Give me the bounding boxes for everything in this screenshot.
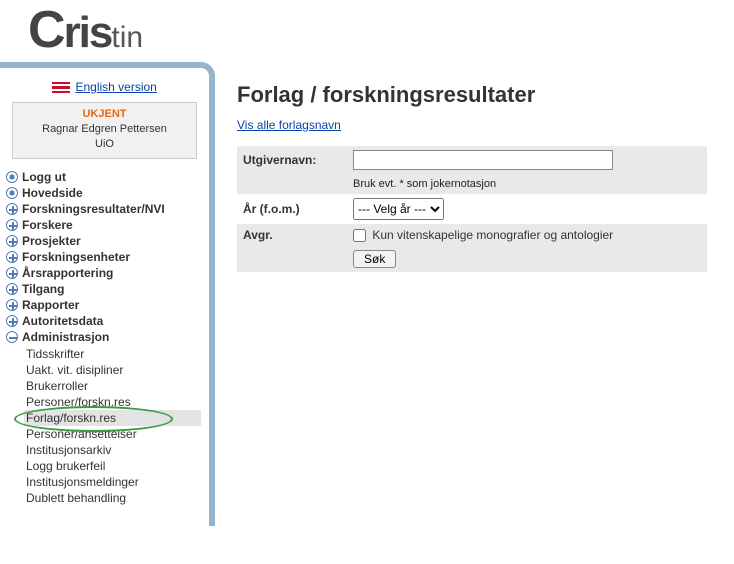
bullet-icon (6, 171, 18, 183)
nav-item[interactable]: Forskningsenheter (6, 249, 207, 265)
search-form: Utgivernavn: Bruk evt. * som jokernotasj… (237, 146, 707, 272)
user-name: Ragnar Edgren Pettersen (15, 122, 194, 137)
expand-icon (6, 235, 18, 247)
expand-icon (6, 315, 18, 327)
expand-icon (6, 251, 18, 263)
publisher-label: Utgivernavn: (237, 146, 347, 174)
nav-item[interactable]: Logg ut (6, 169, 207, 185)
subnav-item[interactable]: Personer/forskn.res (26, 394, 207, 410)
collapse-icon (6, 331, 18, 343)
nav-item[interactable]: Forskningsresultater/NVI (6, 201, 207, 217)
nav-item[interactable]: Årsrapportering (6, 265, 207, 281)
subnav-item[interactable]: Dublett behandling (26, 490, 207, 506)
nav-label: Tilgang (22, 282, 64, 296)
year-select[interactable]: --- Velg år --- (353, 198, 444, 220)
subnav-item[interactable]: Personer/ansettelser (26, 426, 207, 442)
logo-tin: tin (111, 21, 143, 54)
english-link[interactable]: English version (75, 80, 156, 94)
nav-label: Rapporter (22, 298, 79, 312)
search-button[interactable]: Søk (353, 250, 396, 268)
nav-item[interactable]: Prosjekter (6, 233, 207, 249)
logo-c: C (28, 1, 64, 59)
nav-item[interactable]: Rapporter (6, 297, 207, 313)
logo-ris: ris (64, 8, 112, 57)
sidebar: English version UKJENT Ragnar Edgren Pet… (0, 62, 215, 526)
show-all-link[interactable]: Vis alle forlagsnavn (237, 118, 341, 132)
subnav: TidsskrifterUakt. vit. disiplinerBrukerr… (26, 346, 207, 506)
nav-label: Logg ut (22, 170, 66, 184)
nav-label: Autoritetsdata (22, 314, 103, 328)
nav-label: Årsrapportering (22, 266, 113, 280)
publisher-input[interactable] (353, 150, 613, 170)
subnav-item[interactable]: Uakt. vit. disipliner (26, 362, 207, 378)
expand-icon (6, 267, 18, 279)
expand-icon (6, 299, 18, 311)
nav-item[interactable]: Administrasjon (6, 329, 207, 345)
subnav-item[interactable]: Institusjonsarkiv (26, 442, 207, 458)
subnav-item[interactable]: Forlag/forskn.res (24, 410, 201, 426)
nav-item[interactable]: Tilgang (6, 281, 207, 297)
expand-icon (6, 219, 18, 231)
expand-icon (6, 203, 18, 215)
nav-label: Hovedside (22, 186, 83, 200)
main-content: Forlag / forskningsresultater Vis alle f… (215, 62, 734, 272)
monograph-checkbox-label[interactable]: Kun vitenskapelige monografier og antolo… (353, 228, 613, 242)
language-switch: English version (2, 80, 207, 94)
subnav-item[interactable]: Logg brukerfeil (26, 458, 207, 474)
nav-label: Forskningsresultater/NVI (22, 202, 165, 216)
user-status: UKJENT (15, 107, 194, 122)
nav-label: Forskningsenheter (22, 250, 130, 264)
nav-item[interactable]: Forskere (6, 217, 207, 233)
bullet-icon (6, 187, 18, 199)
uk-flag-icon (52, 82, 70, 93)
main-nav: Logg ut Hovedside Forskningsresultater/NVI… (6, 169, 207, 506)
user-box: UKJENT Ragnar Edgren Pettersen UiO (12, 102, 197, 159)
user-org: UiO (15, 137, 194, 152)
logo: Cristin (28, 8, 143, 57)
year-label: År (f.o.m.) (237, 194, 347, 224)
nav-item[interactable]: Autoritetsdata (6, 313, 207, 329)
nav-label: Prosjekter (22, 234, 81, 248)
limit-label: Avgr. (237, 224, 347, 246)
expand-icon (6, 283, 18, 295)
monograph-checkbox[interactable] (353, 229, 366, 242)
subnav-item[interactable]: Tidsskrifter (26, 346, 207, 362)
nav-label: Forskere (22, 218, 73, 232)
nav-item[interactable]: Hovedside (6, 185, 207, 201)
checkbox-text: Kun vitenskapelige monografier og antolo… (372, 228, 613, 242)
subnav-item[interactable]: Brukerroller (26, 378, 207, 394)
nav-label: Administrasjon (22, 330, 109, 344)
page-title: Forlag / forskningsresultater (237, 82, 722, 108)
subnav-item[interactable]: Institusjonsmeldinger (26, 474, 207, 490)
wildcard-hint: Bruk evt. * som jokernotasjon (347, 174, 707, 194)
